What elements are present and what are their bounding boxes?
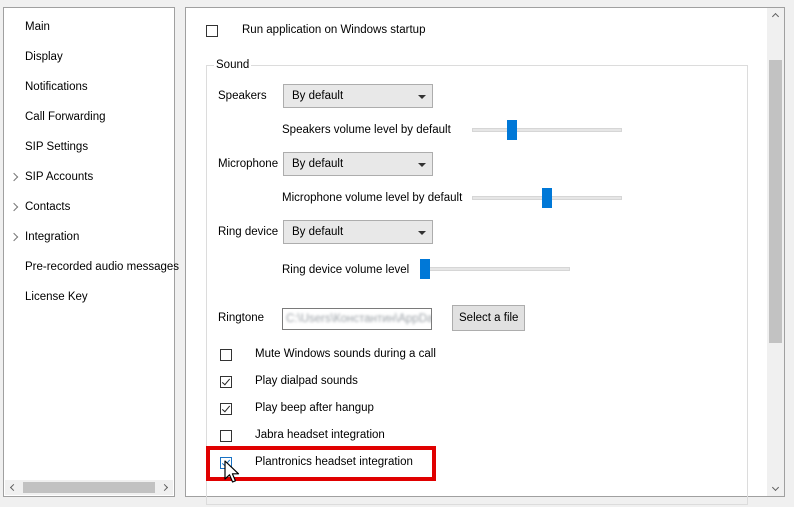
nav-item-label: Pre-recorded audio messages	[25, 261, 180, 273]
nav-item-pre-recorded-audio[interactable]: Pre-recorded audio messages	[4, 256, 179, 278]
speakers-label: Speakers	[218, 90, 267, 102]
dropdown-arrow-icon	[418, 231, 426, 235]
mouse-cursor-icon	[224, 460, 240, 483]
nav-item-license-key[interactable]: License Key	[4, 286, 174, 308]
jabra-integration-label: Jabra headset integration	[255, 429, 385, 441]
nav-item-label: Call Forwarding	[25, 111, 106, 123]
speakers-value: By default	[292, 90, 344, 102]
select-file-button[interactable]: Select a file	[452, 305, 526, 331]
slider-track	[472, 128, 622, 132]
ring-volume-slider[interactable]	[420, 259, 570, 279]
scroll-left-arrow-icon[interactable]	[5, 480, 20, 495]
ringtone-path-value: C:\Users\Константин\AppData	[286, 313, 432, 325]
slider-thumb[interactable]	[420, 259, 430, 279]
scroll-right-arrow-icon[interactable]	[158, 480, 173, 495]
ring-volume-label: Ring device volume level	[282, 264, 410, 276]
speakers-dropdown[interactable]: By default	[283, 84, 433, 108]
ring-device-label: Ring device	[218, 226, 279, 238]
play-beep-label: Play beep after hangup	[255, 402, 374, 414]
microphone-dropdown[interactable]: By default	[283, 152, 433, 176]
slider-thumb[interactable]	[542, 188, 552, 208]
microphone-volume-slider[interactable]	[472, 188, 622, 208]
nav-item-display[interactable]: Display	[4, 46, 174, 68]
nav-item-notifications[interactable]: Notifications	[4, 76, 174, 98]
chevron-right-icon[interactable]	[10, 196, 20, 218]
nav-item-contacts[interactable]: Contacts	[4, 196, 174, 218]
nav-item-label: Integration	[25, 231, 80, 243]
slider-thumb[interactable]	[507, 120, 517, 140]
nav-item-label: Display	[25, 51, 63, 63]
nav-item-label: Contacts	[25, 201, 71, 213]
speakers-volume-slider[interactable]	[472, 120, 622, 140]
nav-item-sip-settings[interactable]: SIP Settings	[4, 136, 174, 158]
startup-checkbox[interactable]	[206, 25, 218, 37]
chevron-right-icon[interactable]	[10, 226, 20, 248]
microphone-value: By default	[292, 158, 344, 170]
speakers-volume-label: Speakers volume level by default	[282, 124, 451, 136]
play-dialpad-sounds-label: Play dialpad sounds	[255, 375, 358, 387]
nav-item-sip-accounts[interactable]: SIP Accounts	[4, 166, 174, 188]
nav-item-label: Main	[25, 21, 50, 33]
nav-item-call-forwarding[interactable]: Call Forwarding	[4, 106, 174, 128]
nav-item-integration[interactable]: Integration	[4, 226, 174, 248]
scrollbar-thumb[interactable]	[23, 482, 155, 493]
settings-vertical-scrollbar[interactable]	[767, 8, 784, 496]
scroll-up-arrow-icon[interactable]	[768, 8, 783, 23]
microphone-volume-label: Microphone volume level by default	[282, 192, 463, 204]
mute-windows-sounds-label: Mute Windows sounds during a call	[255, 348, 436, 360]
startup-label: Run application on Windows startup	[242, 24, 426, 36]
nav-item-label: License Key	[25, 291, 88, 303]
nav-horizontal-scrollbar[interactable]	[5, 480, 173, 495]
ringtone-label: Ringtone	[218, 312, 265, 324]
chevron-right-icon[interactable]	[10, 166, 20, 188]
settings-nav: Main Display Notifications Call Forwardi…	[3, 7, 179, 497]
ring-device-value: By default	[292, 226, 344, 238]
ring-device-dropdown[interactable]: By default	[283, 220, 433, 244]
ringtone-path-field[interactable]: C:\Users\Константин\AppData	[282, 308, 432, 330]
nav-item-label: SIP Accounts	[25, 171, 94, 183]
scrollbar-thumb[interactable]	[769, 60, 782, 343]
nav-item-main[interactable]: Main	[4, 16, 174, 38]
nav-item-label: SIP Settings	[25, 141, 89, 153]
dropdown-arrow-icon	[418, 163, 426, 167]
sound-group-title: Sound	[214, 59, 252, 71]
mute-windows-sounds-checkbox[interactable]	[220, 349, 232, 361]
slider-track	[420, 267, 570, 271]
microphone-label: Microphone	[218, 158, 279, 170]
settings-panel: Run application on Windows startup Sound…	[185, 7, 785, 505]
play-beep-checkbox[interactable]	[220, 403, 232, 415]
play-dialpad-sounds-checkbox[interactable]	[220, 376, 232, 388]
nav-item-label: Notifications	[25, 81, 88, 93]
jabra-integration-checkbox[interactable]	[220, 430, 232, 442]
dropdown-arrow-icon	[418, 95, 426, 99]
scroll-down-arrow-icon[interactable]	[768, 481, 783, 496]
